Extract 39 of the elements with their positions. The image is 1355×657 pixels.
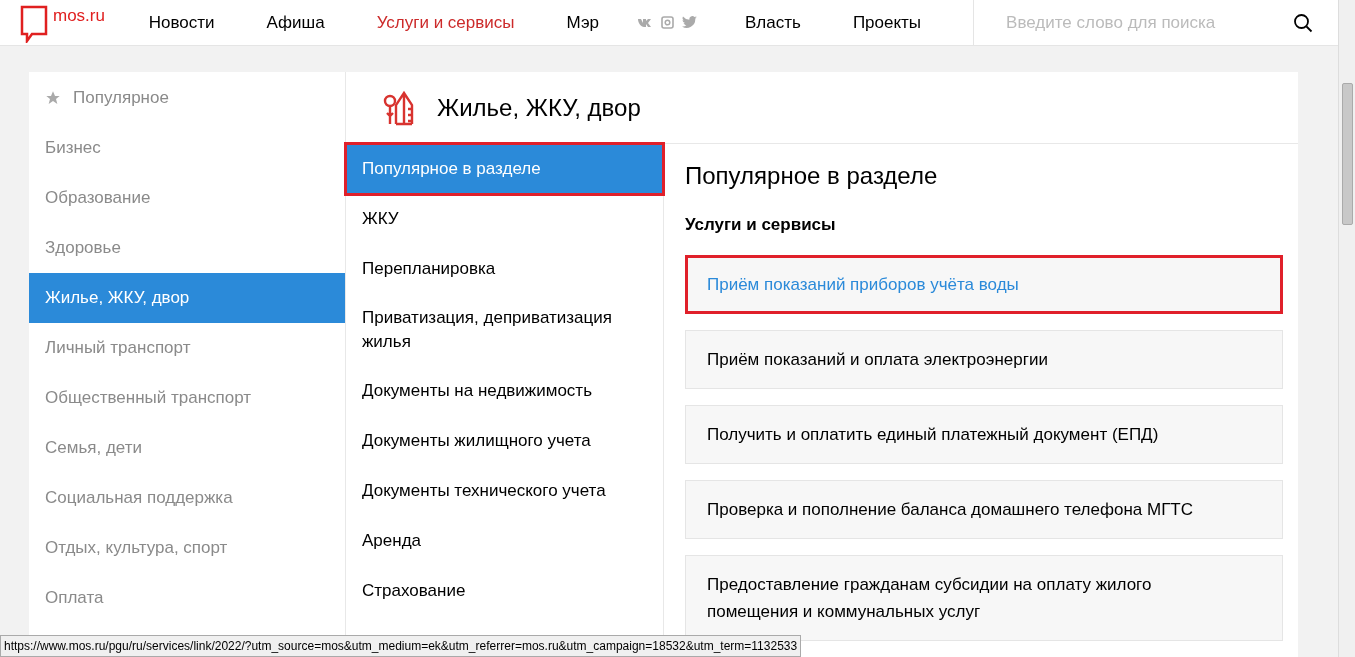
nav-link[interactable]: Афиша [266, 12, 351, 33]
nav-link[interactable]: Власть [745, 12, 827, 33]
search-field[interactable]: Введите слово для поиска [1004, 11, 1293, 34]
subsection-item[interactable]: Документы технического учета [346, 466, 663, 516]
nav-link[interactable]: Мэр [566, 12, 625, 33]
logo-text[interactable]: mos.ru [53, 5, 105, 26]
camera-icon[interactable] [661, 16, 674, 29]
content-title: Популярное в разделе [685, 162, 939, 190]
subsection-item[interactable]: Документы на недвижимость [346, 366, 663, 416]
nav-link[interactable]: Новости [148, 12, 241, 33]
search-icon[interactable] [1293, 12, 1313, 33]
nav-link[interactable]: Услуги и сервисы [376, 12, 541, 33]
speech-bubble-logo-icon[interactable] [20, 4, 48, 43]
star-icon [45, 90, 61, 106]
subsection-item[interactable]: Аренда [346, 516, 663, 566]
sidebar-item[interactable]: Бизнес [29, 123, 345, 173]
scrollbar[interactable] [1338, 0, 1355, 657]
section-title: Жилье, ЖКУ, двор [437, 93, 641, 122]
subsection-item[interactable]: Документы жилищного учета [346, 416, 663, 466]
sidebar-item[interactable]: Личный транспорт [29, 323, 345, 373]
content-subtitle: Услуги и сервисы [685, 215, 837, 235]
subsection-item[interactable]: Приватизация, деприватизация жилья [346, 294, 663, 366]
sidebar-item[interactable]: Образование [29, 173, 345, 223]
sidebar-item[interactable]: Социальная поддержка [29, 473, 345, 523]
subsection-item[interactable]: Страхование [346, 566, 663, 616]
sidebar-item[interactable]: Общественный транспорт [29, 373, 345, 423]
service-link[interactable]: Предоставление гражданам субсидии на оплату жилого помещения и коммунальных услуг [685, 555, 1283, 641]
subsection-item[interactable]: Популярное в разделе [346, 144, 663, 194]
status-bar-url: https://www.mos.ru/pgu/ru/services/link/2022/?utm_source=mos&utm_medium=ek&utm_referrer=mos.ru&utm_campaign=18532&utm_term=1132533 [0, 635, 802, 657]
sidebar-item[interactable]: Жилье, ЖКУ, двор [29, 273, 345, 323]
service-link[interactable]: Получить и оплатить единый платежный документ (ЕПД) [685, 405, 1283, 464]
subsection-item[interactable]: Перепланировка [346, 244, 663, 294]
service-link[interactable]: Приём показаний и оплата электроэнергии [685, 330, 1283, 389]
subsection-item[interactable]: ЖКУ [346, 194, 663, 244]
bird-icon[interactable] [682, 16, 697, 28]
vk-icon[interactable] [637, 16, 653, 28]
service-link[interactable]: Проверка и пополнение баланса домашнего телефона МГТС [685, 480, 1283, 539]
sidebar-item[interactable]: Популярное [29, 73, 345, 123]
nav-link[interactable]: Проекты [852, 12, 948, 33]
